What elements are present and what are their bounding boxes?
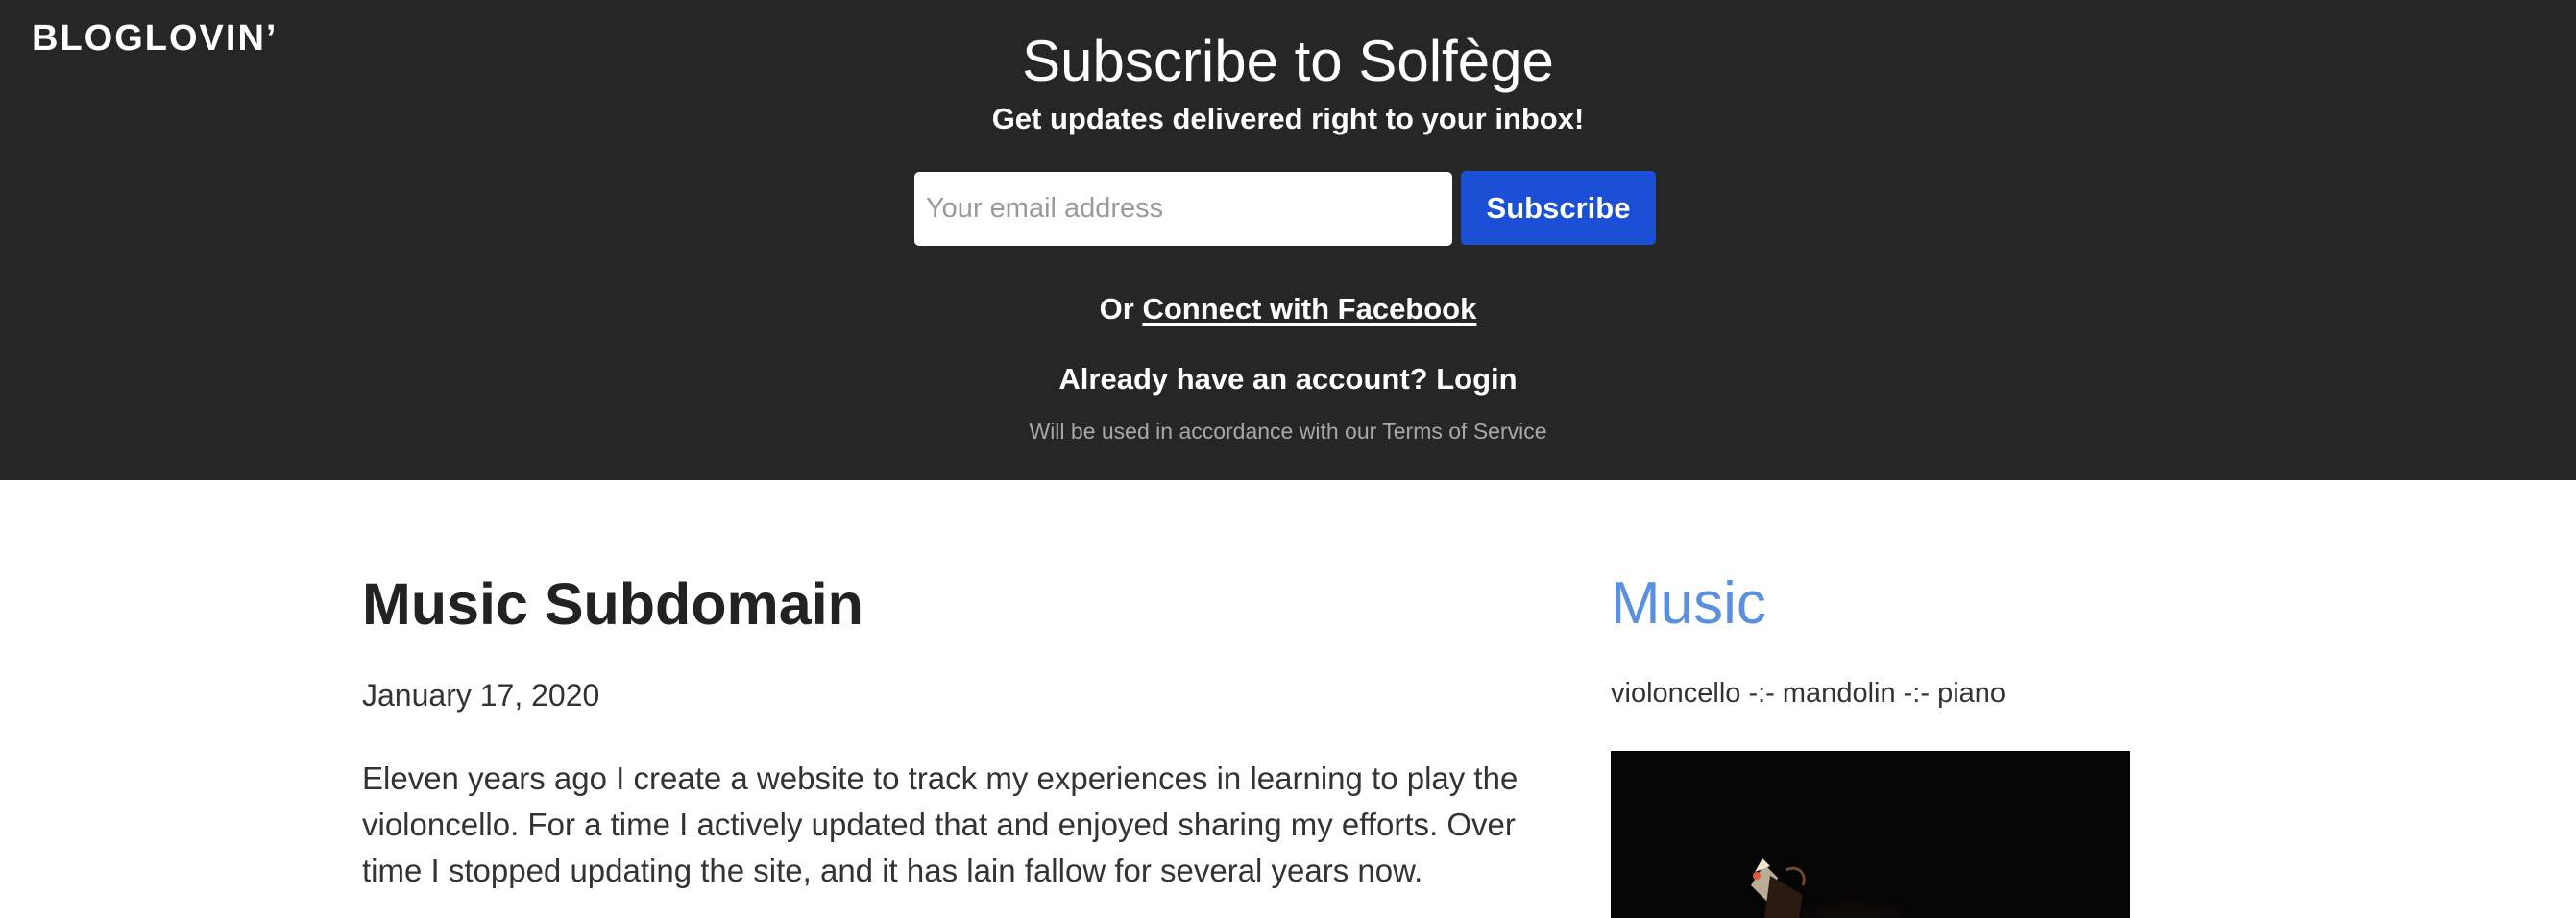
terms-notice: Will be used in accordance with our Term…	[1029, 419, 1547, 444]
article-paragraph: Eleven years ago I create a website to t…	[362, 761, 1519, 888]
instrument-photo-icon	[1611, 751, 2130, 918]
article-title[interactable]: Music Subdomain	[362, 568, 863, 640]
subscribe-button[interactable]: Subscribe	[1461, 171, 1656, 245]
connect-facebook-link[interactable]: Connect with Facebook	[1142, 292, 1476, 326]
banner-subtitle: Get updates delivered right to your inbo…	[991, 102, 1585, 135]
or-label: Or	[1099, 292, 1143, 326]
article-date: January 17, 2020	[362, 678, 600, 713]
login-link[interactable]: Login	[1436, 362, 1517, 396]
login-line: Already have an account? Login	[0, 360, 2576, 399]
instrument-photo	[1611, 751, 2130, 918]
account-prompt: Already have an account?	[1058, 362, 1437, 396]
banner-title: Subscribe to Solfège	[1022, 29, 1554, 93]
facebook-connect-line: Or Connect with Facebook	[0, 290, 2576, 328]
subscribe-banner: BLOGLOVIN’ Subscribe to Solfège Get upda…	[0, 0, 2576, 480]
article-body: Eleven years ago I create a website to t…	[362, 756, 1534, 894]
sidebar-blog-title[interactable]: Music	[1611, 568, 1766, 640]
email-input[interactable]	[914, 172, 1452, 246]
sidebar-tagline: violoncello -:- mandolin -:- piano	[1611, 678, 2006, 709]
